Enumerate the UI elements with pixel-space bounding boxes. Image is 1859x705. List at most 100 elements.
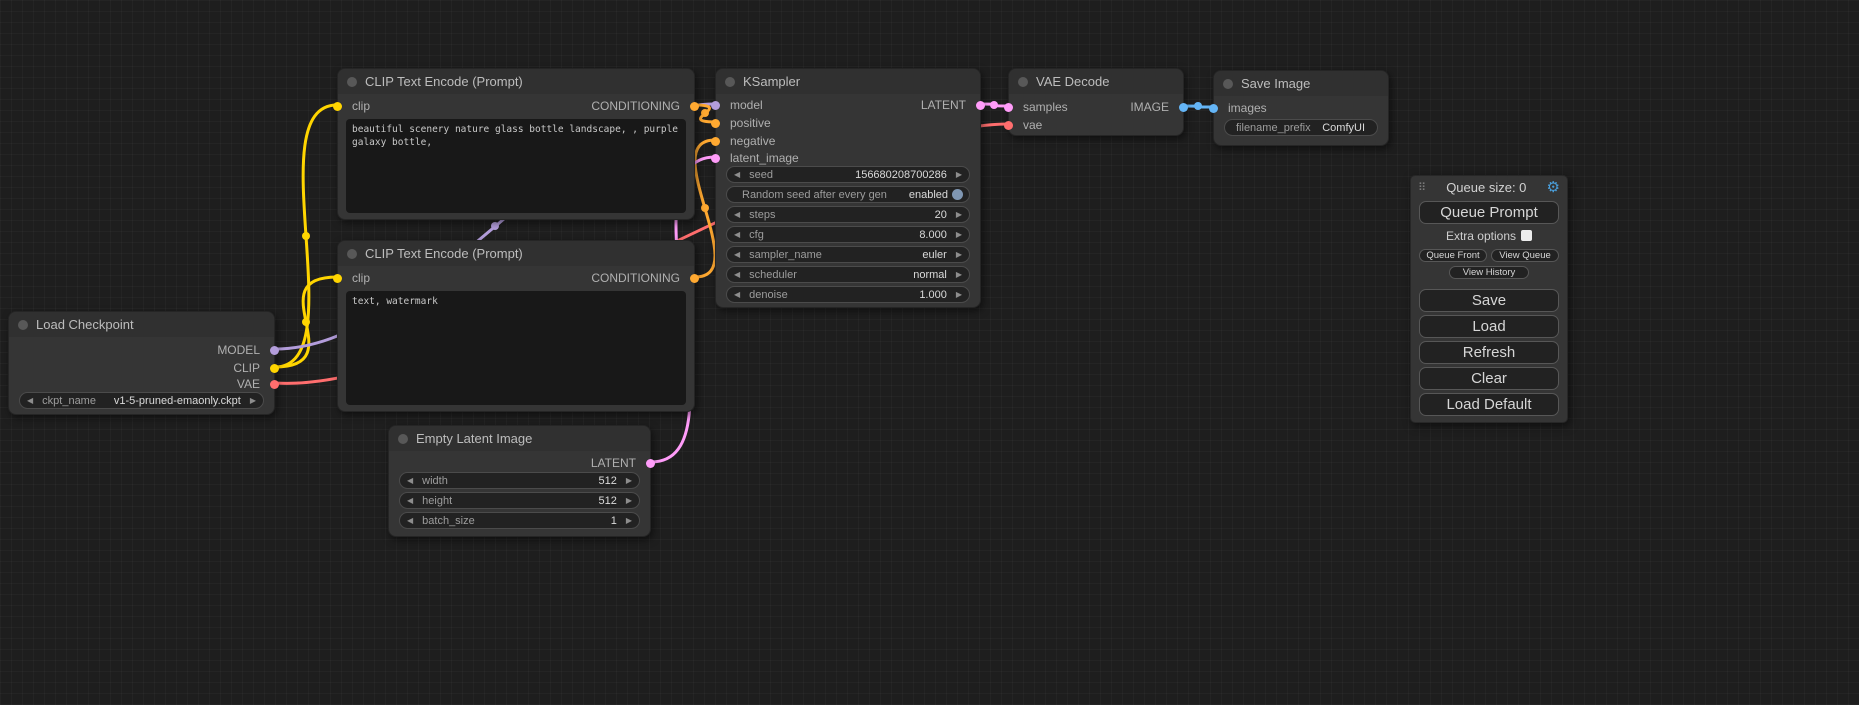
queue-prompt-button[interactable]: Queue Prompt <box>1419 201 1559 224</box>
output-port-conditioning[interactable] <box>690 274 699 283</box>
arrow-left-icon[interactable]: ◀ <box>405 472 415 489</box>
node-save-image[interactable]: Save Image images filename_prefix ComfyU… <box>1213 70 1389 146</box>
load-default-button[interactable]: Load Default <box>1419 393 1559 416</box>
widget-seed[interactable]: ◀ seed 156680208700286 ▶ <box>726 166 970 183</box>
node-title-bar[interactable]: VAE Decode <box>1009 69 1183 94</box>
arrow-right-icon[interactable]: ▶ <box>624 492 634 509</box>
arrow-right-icon[interactable]: ▶ <box>954 166 964 183</box>
node-empty-latent-image[interactable]: Empty Latent Image LATENT ◀ width 512 ▶ … <box>388 425 651 537</box>
node-title-bar[interactable]: KSampler <box>716 69 980 94</box>
link-midpoint-dot[interactable] <box>302 318 310 326</box>
link-midpoint-dot[interactable] <box>491 222 499 230</box>
node-title-bar[interactable]: CLIP Text Encode (Prompt) <box>338 69 694 94</box>
collapse-dot-icon[interactable] <box>347 249 357 259</box>
input-port-clip[interactable] <box>333 274 342 283</box>
node-title-bar[interactable]: Save Image <box>1214 71 1388 96</box>
widget-cfg[interactable]: ◀ cfg 8.000 ▶ <box>726 226 970 243</box>
widget-label: denoise <box>749 289 788 301</box>
widget-label: Random seed after every gen <box>742 189 887 201</box>
arrow-left-icon[interactable]: ◀ <box>405 512 415 529</box>
arrow-right-icon[interactable]: ▶ <box>624 472 634 489</box>
arrow-right-icon[interactable]: ▶ <box>954 246 964 263</box>
input-port-positive[interactable] <box>711 119 720 128</box>
node-vae-decode[interactable]: VAE Decode samples vae IMAGE <box>1008 68 1184 136</box>
node-ksampler[interactable]: KSampler model positive negative latent_… <box>715 68 981 308</box>
negative-prompt-textarea[interactable]: text, watermark <box>346 291 686 405</box>
output-port-clip[interactable] <box>270 364 279 373</box>
arrow-left-icon[interactable]: ◀ <box>732 166 742 183</box>
link-midpoint-dot[interactable] <box>701 109 709 117</box>
collapse-dot-icon[interactable] <box>18 320 28 330</box>
widget-height[interactable]: ◀ height 512 ▶ <box>399 492 640 509</box>
node-clip-text-encode-positive[interactable]: CLIP Text Encode (Prompt) clip CONDITION… <box>337 68 695 220</box>
output-port-image[interactable] <box>1179 103 1188 112</box>
node-title-bar[interactable]: Empty Latent Image <box>389 426 650 451</box>
widget-value: v1-5-pruned-emaonly.ckpt <box>114 395 241 407</box>
arrow-left-icon[interactable]: ◀ <box>732 226 742 243</box>
refresh-button[interactable]: Refresh <box>1419 341 1559 364</box>
input-port-samples[interactable] <box>1004 103 1013 112</box>
link-midpoint-dot[interactable] <box>1194 102 1202 110</box>
widget-width[interactable]: ◀ width 512 ▶ <box>399 472 640 489</box>
positive-prompt-textarea[interactable]: beautiful scenery nature glass bottle la… <box>346 119 686 213</box>
arrow-right-icon[interactable]: ▶ <box>954 206 964 223</box>
widget-scheduler[interactable]: ◀ scheduler normal ▶ <box>726 266 970 283</box>
arrow-left-icon[interactable]: ◀ <box>405 492 415 509</box>
arrow-right-icon[interactable]: ▶ <box>954 226 964 243</box>
node-title-bar[interactable]: CLIP Text Encode (Prompt) <box>338 241 694 266</box>
collapse-dot-icon[interactable] <box>347 77 357 87</box>
widget-batch-size[interactable]: ◀ batch_size 1 ▶ <box>399 512 640 529</box>
output-port-model[interactable] <box>270 346 279 355</box>
extra-options-checkbox[interactable] <box>1521 230 1532 241</box>
arrow-right-icon[interactable]: ▶ <box>248 392 258 409</box>
arrow-left-icon[interactable]: ◀ <box>732 266 742 283</box>
output-port-latent[interactable] <box>976 101 985 110</box>
arrow-right-icon[interactable]: ▶ <box>954 286 964 303</box>
node-clip-text-encode-negative[interactable]: CLIP Text Encode (Prompt) clip CONDITION… <box>337 240 695 412</box>
arrow-left-icon[interactable]: ◀ <box>732 286 742 303</box>
clear-button[interactable]: Clear <box>1419 367 1559 390</box>
output-port-vae[interactable] <box>270 380 279 389</box>
arrow-right-icon[interactable]: ▶ <box>954 266 964 283</box>
widget-random-seed-control[interactable]: Random seed after every gen enabled <box>726 186 970 203</box>
input-port-latent-image[interactable] <box>711 154 720 163</box>
view-queue-button[interactable]: View Queue <box>1491 249 1559 262</box>
drag-handle-icon[interactable]: ⠿ <box>1418 181 1426 194</box>
output-port-latent[interactable] <box>646 459 655 468</box>
widget-filename-prefix[interactable]: filename_prefix ComfyUI <box>1224 119 1378 136</box>
output-port-conditioning[interactable] <box>690 102 699 111</box>
view-history-button[interactable]: View History <box>1449 266 1529 279</box>
input-port-clip[interactable] <box>333 102 342 111</box>
link-midpoint-dot[interactable] <box>701 204 709 212</box>
collapse-dot-icon[interactable] <box>725 77 735 87</box>
collapse-dot-icon[interactable] <box>1223 79 1233 89</box>
input-port-negative[interactable] <box>711 137 720 146</box>
input-port-model[interactable] <box>711 101 720 110</box>
input-port-vae[interactable] <box>1004 121 1013 130</box>
save-button[interactable]: Save <box>1419 289 1559 312</box>
node-graph-canvas[interactable]: Load Checkpoint MODEL CLIP VAE ◀ ckpt_na… <box>0 0 1859 705</box>
link-midpoint-dot[interactable] <box>302 232 310 240</box>
widget-label: cfg <box>749 229 764 241</box>
input-port-images[interactable] <box>1209 104 1218 113</box>
arrow-left-icon[interactable]: ◀ <box>732 246 742 263</box>
arrow-left-icon[interactable]: ◀ <box>732 206 742 223</box>
collapse-dot-icon[interactable] <box>1018 77 1028 87</box>
seed-toggle-dot[interactable] <box>952 189 963 200</box>
queue-front-button[interactable]: Queue Front <box>1419 249 1487 262</box>
widget-steps[interactable]: ◀ steps 20 ▶ <box>726 206 970 223</box>
collapse-dot-icon[interactable] <box>398 434 408 444</box>
widget-sampler-name[interactable]: ◀ sampler_name euler ▶ <box>726 246 970 263</box>
output-label-vae: VAE <box>237 376 260 392</box>
widget-ckpt-name[interactable]: ◀ ckpt_name v1-5-pruned-emaonly.ckpt ▶ <box>19 392 264 409</box>
load-button[interactable]: Load <box>1419 315 1559 338</box>
queue-panel-header[interactable]: ⠿ Queue size: 0 ⚙ <box>1411 176 1567 198</box>
widget-denoise[interactable]: ◀ denoise 1.000 ▶ <box>726 286 970 303</box>
arrow-right-icon[interactable]: ▶ <box>624 512 634 529</box>
widget-value: 1.000 <box>919 289 947 301</box>
node-load-checkpoint[interactable]: Load Checkpoint MODEL CLIP VAE ◀ ckpt_na… <box>8 311 275 415</box>
arrow-left-icon[interactable]: ◀ <box>25 392 35 409</box>
link-midpoint-dot[interactable] <box>990 101 998 109</box>
settings-gear-icon[interactable]: ⚙ <box>1547 180 1560 195</box>
node-title-bar[interactable]: Load Checkpoint <box>9 312 274 337</box>
